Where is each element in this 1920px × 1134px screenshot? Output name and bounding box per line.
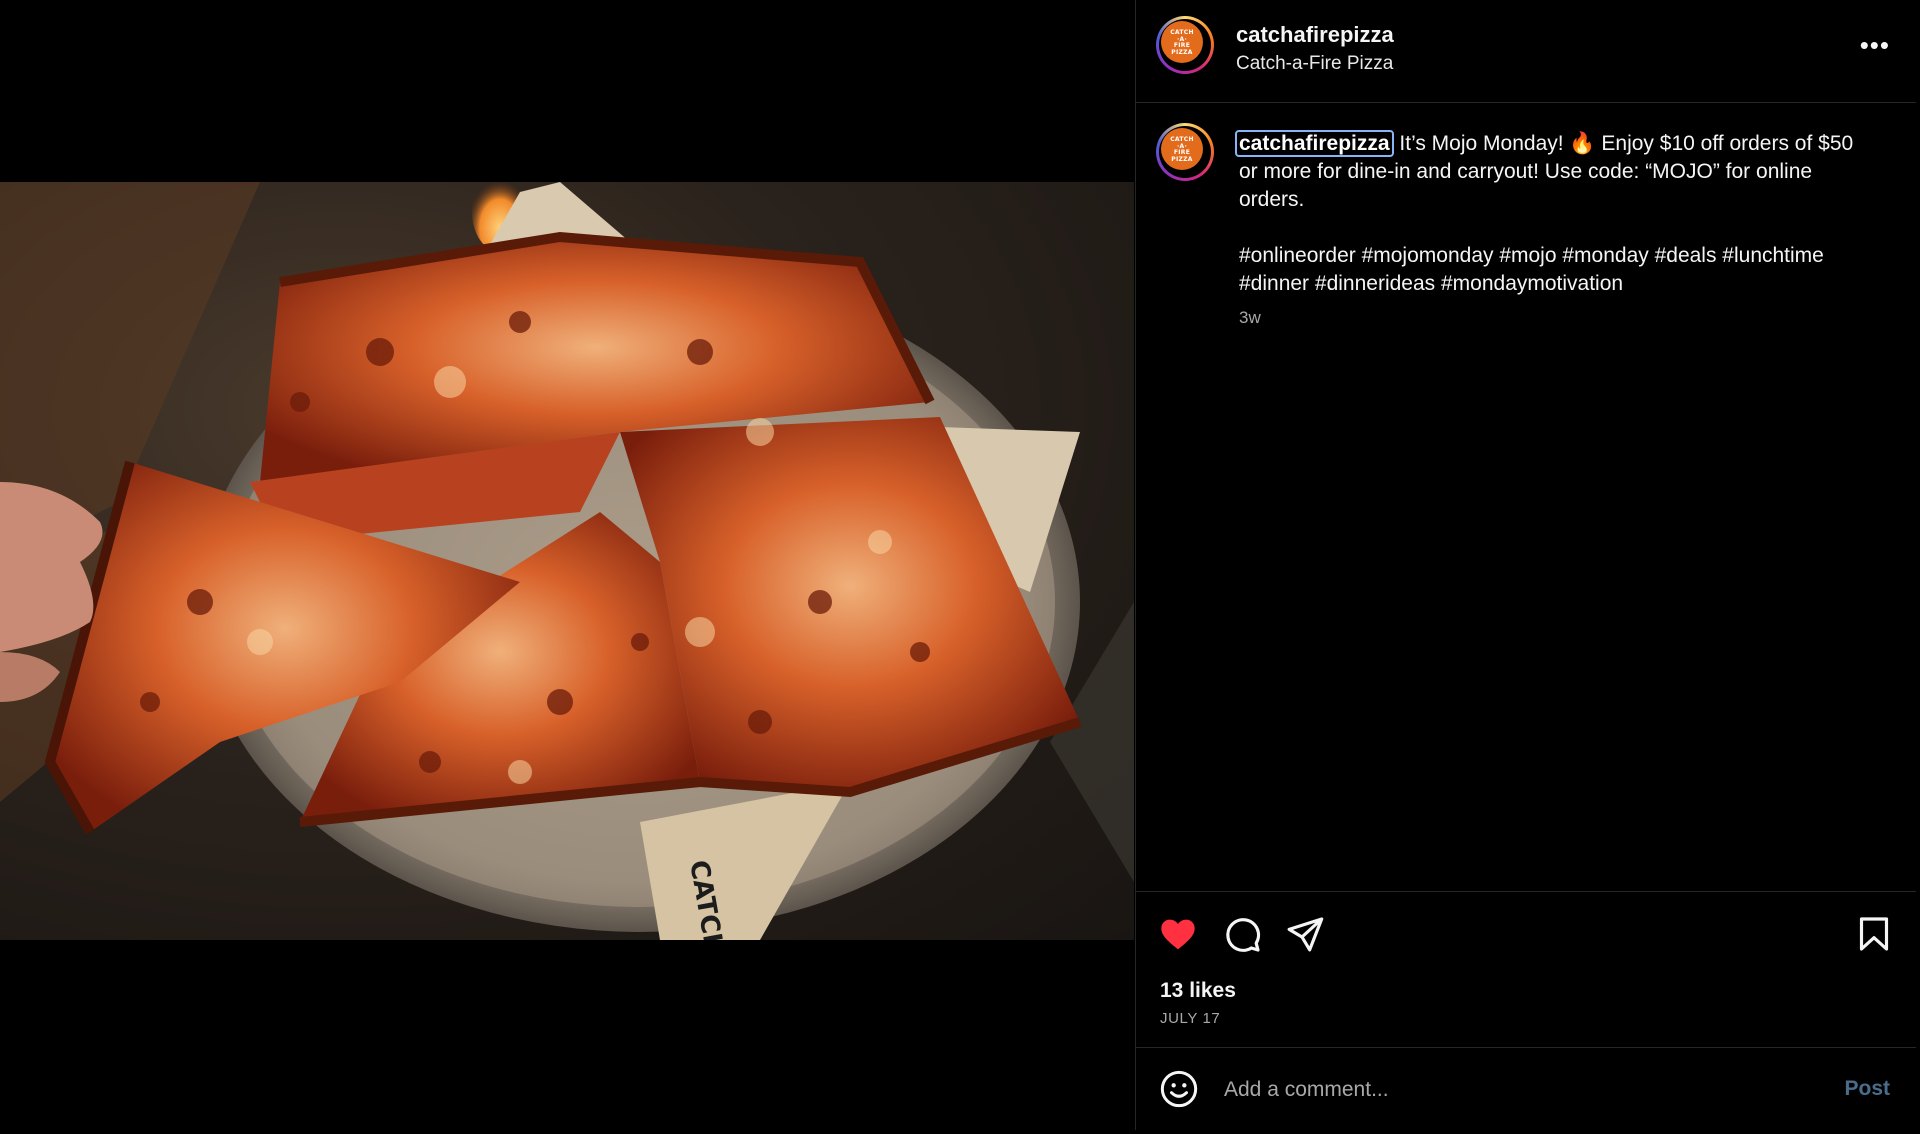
paper-plane-icon[interactable] xyxy=(1285,914,1325,954)
post-comment-button[interactable]: Post xyxy=(1844,1077,1890,1101)
avatar-logo-line: PIZZA xyxy=(1171,156,1193,163)
more-dots-icon[interactable]: ••• xyxy=(1860,32,1890,58)
account-full-name: Catch-a-Fire Pizza xyxy=(1236,53,1394,74)
avatar-logo-line: PIZZA xyxy=(1171,49,1193,56)
avatar-logo: CATCH ·A· FIRE PIZZA xyxy=(1161,21,1203,63)
post-details-panel: CATCH ·A· FIRE PIZZA catchafirepizza Cat… xyxy=(1135,0,1916,1130)
pizza-photo[interactable]: CATCH·A·FIRE PIZZA xyxy=(0,182,1134,940)
avatar-logo-line: FIRE xyxy=(1173,42,1191,49)
caption-section: CATCH ·A· FIRE PIZZA catchafirepizza It’… xyxy=(1136,103,1916,889)
post-header: CATCH ·A· FIRE PIZZA catchafirepizza Cat… xyxy=(1136,0,1916,103)
post-actions: 13 likes JULY 17 xyxy=(1136,891,1916,1048)
caption-body: catchafirepizza It’s Mojo Monday! 🔥 Enjo… xyxy=(1235,130,1869,214)
caption-hashtags[interactable]: #onlineorder #mojomonday #mojo #monday #… xyxy=(1239,242,1869,298)
comment-bar: Post xyxy=(1136,1047,1916,1130)
emoji-smile-icon[interactable] xyxy=(1159,1069,1199,1109)
like-count[interactable]: 13 likes xyxy=(1160,979,1236,1003)
avatar-logo: CATCH ·A· FIRE PIZZA xyxy=(1161,128,1203,170)
post-age[interactable]: 3w xyxy=(1239,308,1261,328)
avatar-logo-line: FIRE xyxy=(1173,149,1191,156)
avatar-logo-line: CATCH xyxy=(1170,136,1194,143)
avatar-logo-line: CATCH xyxy=(1170,29,1194,36)
comment-input[interactable] xyxy=(1222,1069,1786,1111)
comment-bubble-icon[interactable] xyxy=(1222,914,1262,954)
post-date: JULY 17 xyxy=(1160,1010,1221,1027)
username-link[interactable]: catchafirepizza xyxy=(1236,22,1394,48)
caption-text: catchafirepizza It’s Mojo Monday! 🔥 Enjo… xyxy=(1235,130,1869,298)
post-media: CATCH·A·FIRE PIZZA xyxy=(0,0,1134,1134)
bookmark-icon[interactable] xyxy=(1854,914,1894,954)
caption-username-link[interactable]: catchafirepizza xyxy=(1235,130,1394,157)
avatar[interactable]: CATCH ·A· FIRE PIZZA xyxy=(1156,16,1214,74)
avatar[interactable]: CATCH ·A· FIRE PIZZA xyxy=(1156,123,1214,181)
heart-icon[interactable] xyxy=(1158,914,1198,954)
